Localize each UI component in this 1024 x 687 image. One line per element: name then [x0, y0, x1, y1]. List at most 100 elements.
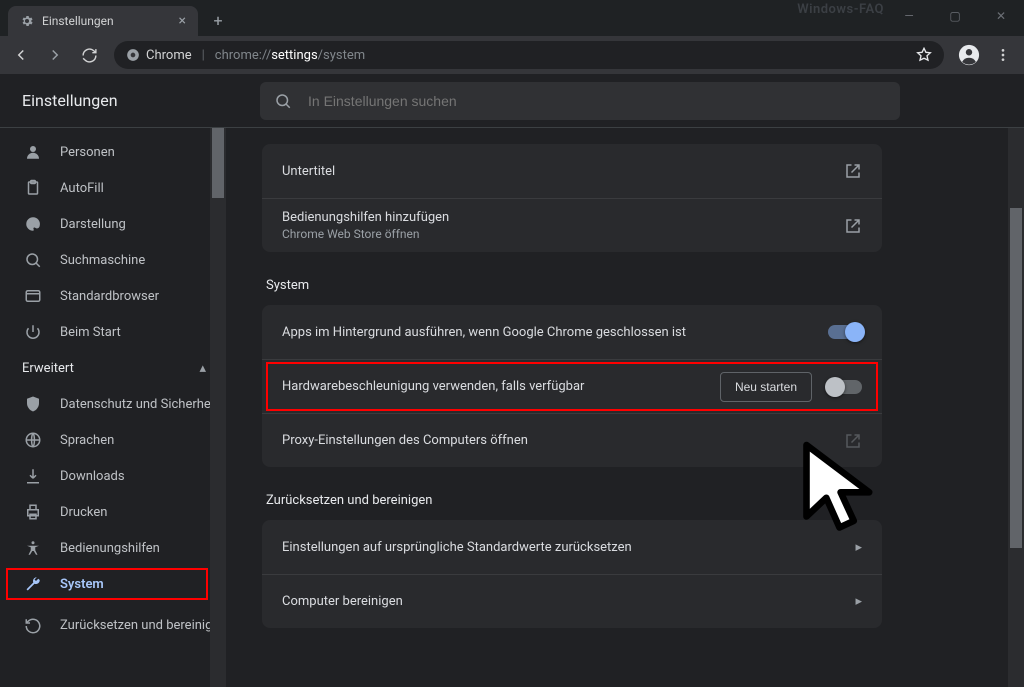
sidebar-label: Sprachen — [60, 433, 114, 448]
page-title: Einstellungen — [0, 91, 226, 110]
sidebar-item-zuruecksetzen[interactable]: Zurücksetzen und bereinigen — [0, 602, 226, 650]
sidebar-item-sprachen[interactable]: Sprachen — [0, 422, 226, 458]
sidebar-item-beim-start[interactable]: Beim Start — [0, 314, 226, 350]
person-icon — [24, 143, 42, 161]
row-label: Apps im Hintergrund ausführen, wenn Goog… — [282, 325, 828, 340]
row-background-apps[interactable]: Apps im Hintergrund ausführen, wenn Goog… — [262, 305, 882, 359]
chevron-up-icon: ▴ — [199, 361, 206, 376]
sidebar-item-personen[interactable]: Personen — [0, 134, 226, 170]
browser-tab[interactable]: Einstellungen × — [8, 6, 198, 36]
row-reset-defaults[interactable]: Einstellungen auf ursprüngliche Standard… — [262, 520, 882, 574]
shield-icon — [24, 395, 42, 413]
card-accessibility-tail: Untertitel Bedienungshilfen hinzufügen C… — [262, 144, 882, 252]
back-button[interactable] — [6, 40, 36, 70]
sidebar-item-downloads[interactable]: Downloads — [0, 458, 226, 494]
browser-toolbar: Chrome | chrome://settings/system — [0, 36, 1024, 74]
card-system: Apps im Hintergrund ausführen, wenn Goog… — [262, 305, 882, 467]
row-label: Untertitel — [282, 164, 844, 179]
window-maximize[interactable]: ▢ — [932, 0, 978, 32]
toggle-hardware-accel[interactable] — [828, 380, 862, 394]
bookmark-icon[interactable] — [916, 47, 932, 63]
row-label: Computer bereinigen — [282, 594, 855, 609]
row-label: Hardwarebeschleunigung verwenden, falls … — [282, 379, 720, 394]
sidebar-section-erweitert[interactable]: Erweitert ▴ — [0, 350, 226, 386]
close-icon[interactable]: × — [179, 13, 186, 29]
sidebar-label: Suchmaschine — [60, 253, 145, 268]
accessibility-icon — [24, 539, 42, 557]
chrome-logo-icon — [126, 48, 140, 62]
sidebar-label: Bedienungshilfen — [60, 541, 160, 556]
omnibox-secure-label: Chrome — [146, 48, 192, 63]
sidebar-item-drucken[interactable]: Drucken — [0, 494, 226, 530]
toggle-background-apps[interactable] — [828, 325, 862, 339]
new-tab-button[interactable]: + — [204, 6, 232, 34]
printer-icon — [24, 503, 42, 521]
sidebar-item-autofill[interactable]: AutoFill — [0, 170, 226, 206]
page-header: Einstellungen — [0, 74, 1024, 128]
watermark: Windows-FAQ — [797, 2, 884, 17]
scroll-thumb[interactable] — [1010, 208, 1022, 548]
sidebar-label: System — [60, 577, 104, 592]
restart-button[interactable]: Neu starten — [720, 372, 812, 402]
address-bar[interactable]: Chrome | chrome://settings/system — [114, 41, 944, 69]
forward-button[interactable] — [40, 40, 70, 70]
external-link-icon — [844, 217, 862, 235]
sidebar-label: Standardbrowser — [60, 289, 159, 304]
row-cleanup[interactable]: Computer bereinigen ▸ — [262, 574, 882, 628]
wrench-icon — [24, 575, 42, 593]
chevron-right-icon: ▸ — [855, 540, 862, 555]
row-hardware-accel[interactable]: Hardwarebeschleunigung verwenden, falls … — [262, 359, 882, 413]
window-close[interactable]: ✕ — [978, 0, 1024, 32]
sidebar-section-label: Erweitert — [22, 361, 74, 376]
sidebar-label: Personen — [60, 145, 115, 160]
row-proxy[interactable]: Proxy-Einstellungen des Computers öffnen — [262, 413, 882, 467]
settings-main: Untertitel Bedienungshilfen hinzufügen C… — [226, 74, 1024, 687]
row-add-accessibility[interactable]: Bedienungshilfen hinzufügen Chrome Web S… — [262, 198, 882, 252]
sidebar-item-suchmaschine[interactable]: Suchmaschine — [0, 242, 226, 278]
sidebar-label: Darstellung — [60, 217, 126, 232]
settings-sidebar: Personen AutoFill Darstellung Suchmaschi… — [0, 74, 226, 687]
settings-search[interactable] — [260, 82, 900, 120]
row-label: Proxy-Einstellungen des Computers öffnen — [282, 433, 844, 448]
tab-title: Einstellungen — [42, 14, 114, 28]
sidebar-label: Beim Start — [60, 325, 121, 340]
power-icon — [24, 323, 42, 341]
window-titlebar: Einstellungen × + Windows-FAQ — ▢ ✕ — [0, 0, 1024, 36]
reload-button[interactable] — [74, 40, 104, 70]
clipboard-icon — [24, 179, 42, 197]
gear-icon — [20, 14, 34, 28]
omnibox-url: chrome://settings/system — [215, 48, 365, 63]
window-controls: — ▢ ✕ — [886, 0, 1024, 32]
scroll-thumb[interactable] — [212, 128, 224, 198]
menu-button[interactable] — [988, 40, 1018, 70]
palette-icon — [24, 215, 42, 233]
sidebar-item-darstellung[interactable]: Darstellung — [0, 206, 226, 242]
reset-icon — [24, 617, 42, 635]
sidebar-item-datenschutz[interactable]: Datenschutz und Sicherheit — [0, 386, 226, 422]
main-scrollbar[interactable] — [1008, 128, 1024, 687]
sidebar-item-bedienungshilfen[interactable]: Bedienungshilfen — [0, 530, 226, 566]
profile-button[interactable] — [954, 40, 984, 70]
omnibox-separator: | — [202, 48, 205, 63]
sidebar-item-system[interactable]: System — [0, 566, 226, 602]
row-label: Bedienungshilfen hinzufügen — [282, 210, 449, 225]
sidebar-label: Datenschutz und Sicherheit — [60, 397, 218, 412]
sidebar-label: Drucken — [60, 505, 107, 520]
row-untertitel[interactable]: Untertitel — [262, 144, 882, 198]
sidebar-label: AutoFill — [60, 181, 104, 196]
settings-search-input[interactable] — [306, 92, 886, 110]
sidebar-scrollbar[interactable] — [210, 128, 226, 687]
browser-icon — [24, 287, 42, 305]
search-icon — [24, 251, 42, 269]
card-reset: Einstellungen auf ursprüngliche Standard… — [262, 520, 882, 628]
sidebar-item-standardbrowser[interactable]: Standardbrowser — [0, 278, 226, 314]
row-sublabel: Chrome Web Store öffnen — [282, 227, 449, 241]
search-icon — [274, 92, 292, 110]
sidebar-label: Downloads — [60, 469, 125, 484]
download-icon — [24, 467, 42, 485]
window-minimize[interactable]: — — [886, 0, 932, 32]
external-link-icon — [844, 432, 862, 450]
row-label: Einstellungen auf ursprüngliche Standard… — [282, 540, 855, 555]
section-title-reset: Zurücksetzen und bereinigen — [262, 487, 882, 520]
section-title-system: System — [262, 272, 882, 305]
